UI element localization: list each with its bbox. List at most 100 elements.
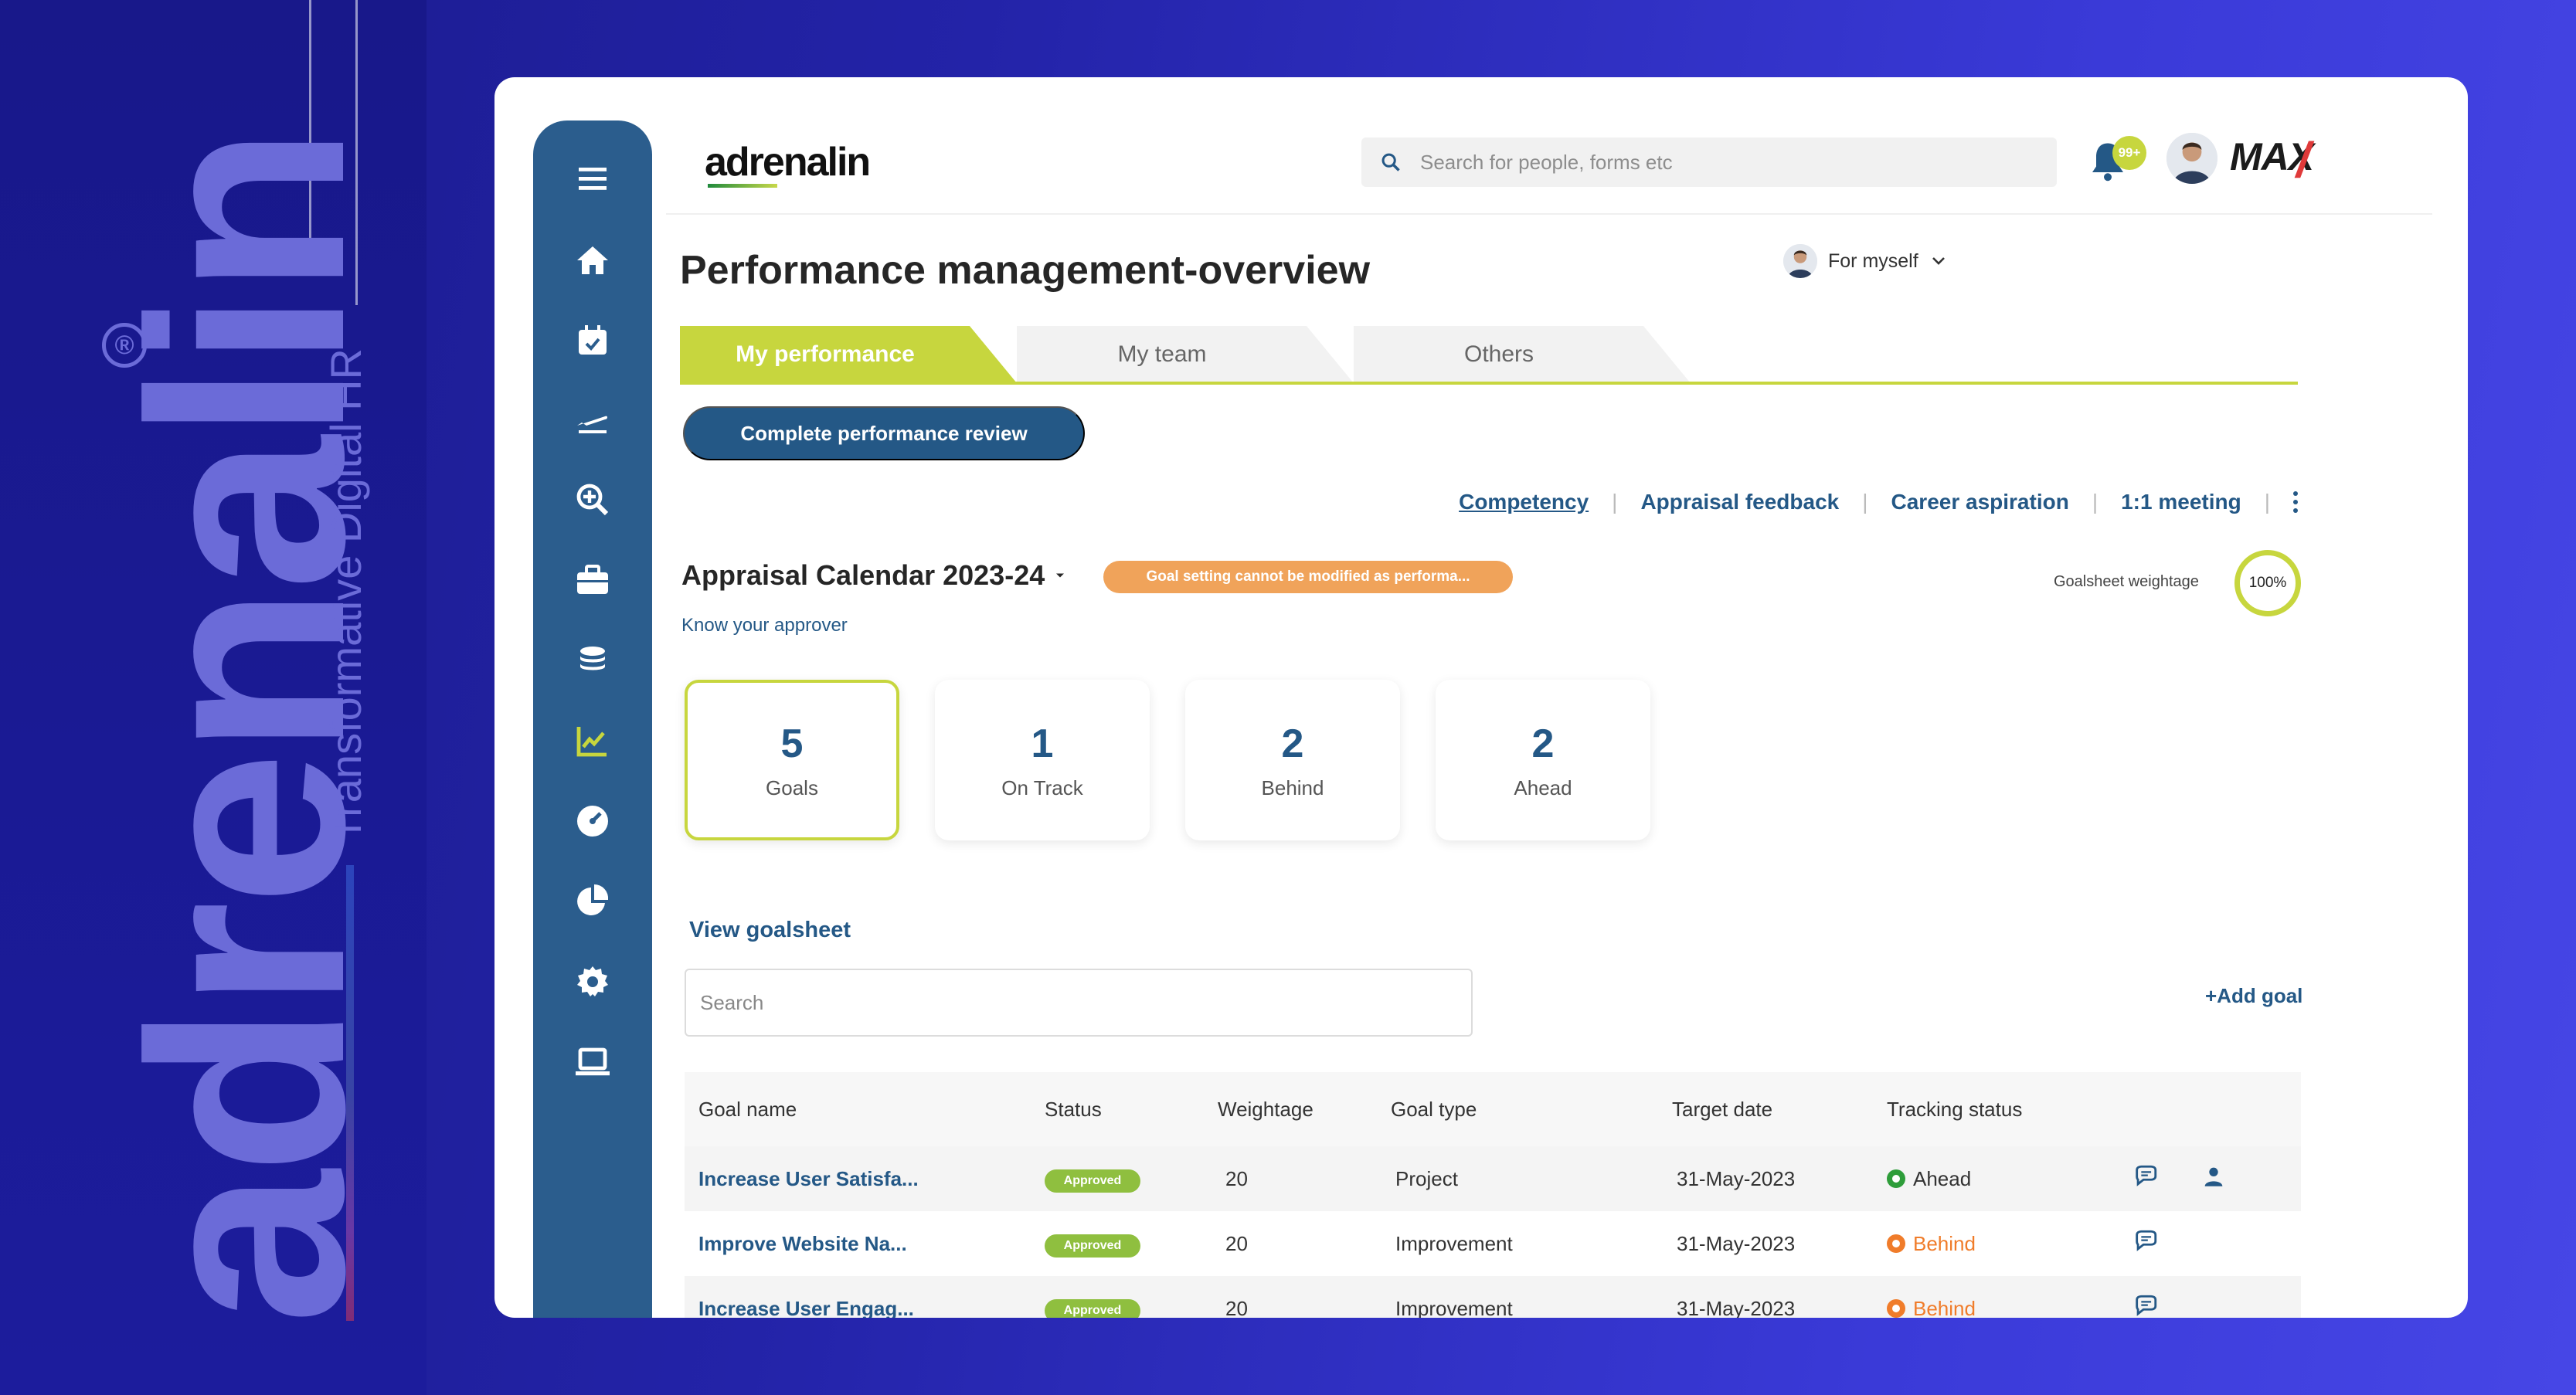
weightage-cell: 20 — [1218, 1232, 1391, 1256]
home-icon[interactable] — [533, 233, 652, 287]
stat-label: On Track — [1001, 776, 1082, 800]
gear-icon[interactable] — [533, 955, 652, 1009]
know-your-approver-link[interactable]: Know your approver — [681, 615, 848, 636]
weightage-cell: 20 — [1218, 1167, 1391, 1191]
avatar[interactable] — [2166, 133, 2217, 184]
goalsheet-weightage-ring: 100% — [2234, 550, 2301, 616]
chevron-down-icon — [1929, 252, 1948, 270]
tracking-status-label: Behind — [1913, 1232, 1976, 1256]
appraisal-calendar-selector[interactable]: Appraisal Calendar 2023-24 — [681, 559, 1068, 592]
tab-my-team[interactable]: My team — [1017, 326, 1354, 383]
column-header[interactable]: Status — [1045, 1098, 1218, 1122]
stat-value: 2 — [1282, 721, 1304, 767]
stat-card-goals[interactable]: 5 Goals — [685, 680, 899, 840]
briefcase-icon[interactable] — [533, 553, 652, 607]
tracking-status-label: Behind — [1913, 1297, 1976, 1319]
comment-icon[interactable] — [2133, 1163, 2200, 1195]
target-date-cell: 31-May-2023 — [1672, 1167, 1887, 1191]
link-separator: | — [1862, 490, 1867, 514]
stat-card-on-track[interactable]: 1 On Track — [935, 680, 1150, 840]
link-appraisal-feedback[interactable]: Appraisal feedback — [1640, 490, 1839, 514]
link-separator: | — [1612, 490, 1617, 514]
column-header[interactable]: Target date — [1672, 1098, 1887, 1122]
more-options-icon[interactable] — [2293, 491, 2298, 513]
add-goal-button[interactable]: +Add goal — [2205, 984, 2302, 1008]
tracking-status: Behind — [1887, 1232, 2133, 1256]
comment-icon[interactable] — [2133, 1293, 2200, 1319]
behind-status-icon — [1887, 1234, 1905, 1253]
target-date-cell: 31-May-2023 — [1672, 1297, 1887, 1319]
tab-underline — [680, 382, 2298, 385]
link-career-aspiration[interactable]: Career aspiration — [1891, 490, 2069, 514]
status-badge: Approved — [1045, 1169, 1140, 1193]
link-separator: | — [2265, 490, 2270, 514]
column-header[interactable]: Weightage — [1218, 1098, 1391, 1122]
app-logo[interactable]: adrenalin — [705, 139, 869, 185]
quick-links: Competency | Appraisal feedback | Career… — [1459, 490, 2298, 514]
notification-badge: 99+ — [2112, 136, 2146, 170]
column-header[interactable]: Goal type — [1391, 1098, 1672, 1122]
goal-name-link[interactable]: Increase User Satisfa... — [685, 1167, 1045, 1191]
tracking-status: Ahead — [1887, 1167, 2133, 1191]
coins-icon[interactable] — [533, 633, 652, 687]
stat-card-ahead[interactable]: 2 Ahead — [1436, 680, 1650, 840]
page-title: Performance management-overview — [680, 247, 1370, 294]
complete-performance-review-button[interactable]: Complete performance review — [683, 406, 1085, 460]
search-icon — [1380, 151, 1402, 173]
goal-type-cell: Improvement — [1391, 1232, 1672, 1256]
table-row[interactable]: Increase User Engag... Approved 20 Impro… — [685, 1276, 2301, 1318]
goal-type-cell: Project — [1391, 1167, 1672, 1191]
goal-name-link[interactable]: Improve Website Na... — [685, 1232, 1045, 1256]
target-date-cell: 31-May-2023 — [1672, 1232, 1887, 1256]
brand-tagline: Transformative Digital HR — [325, 348, 368, 842]
stat-label: Goals — [766, 776, 818, 800]
appraisal-calendar-label: Appraisal Calendar 2023-24 — [681, 559, 1045, 592]
partner-logo-swoosh: / — [2296, 131, 2310, 188]
goals-table: Goal name Status Weightage Goal type Tar… — [685, 1072, 2301, 1318]
search-placeholder: Search for people, forms etc — [1420, 151, 1673, 175]
goal-type-cell: Improvement — [1391, 1297, 1672, 1319]
stat-card-behind[interactable]: 2 Behind — [1185, 680, 1400, 840]
column-header[interactable]: Goal name — [685, 1098, 1045, 1122]
scope-selector-label: For myself — [1828, 250, 1918, 273]
global-search-input[interactable]: Search for people, forms etc — [1361, 137, 2057, 187]
table-row[interactable]: Improve Website Na... Approved 20 Improv… — [685, 1211, 2301, 1276]
stat-label: Behind — [1262, 776, 1324, 800]
table-header: Goal name Status Weightage Goal type Tar… — [685, 1072, 2301, 1146]
stat-value: 2 — [1532, 721, 1555, 767]
chart-line-icon[interactable] — [533, 714, 652, 768]
laptop-icon[interactable] — [533, 1035, 652, 1089]
person-icon[interactable] — [2200, 1163, 2268, 1195]
header-divider — [666, 213, 2432, 215]
tracking-status-label: Ahead — [1913, 1167, 1971, 1191]
link-one-on-one-meeting[interactable]: 1:1 meeting — [2121, 490, 2241, 514]
decorative-color-bar — [346, 865, 354, 1321]
view-goalsheet-heading[interactable]: View goalsheet — [689, 918, 851, 943]
stat-value: 5 — [781, 721, 804, 767]
weightage-cell: 20 — [1218, 1297, 1391, 1319]
speedometer-icon[interactable] — [533, 794, 652, 848]
goalsheet-search-placeholder: Search — [700, 991, 763, 1015]
goal-setting-notice-badge: Goal setting cannot be modified as perfo… — [1103, 561, 1513, 593]
caret-down-icon — [1052, 568, 1068, 583]
link-competency[interactable]: Competency — [1459, 490, 1589, 514]
behind-status-icon — [1887, 1299, 1905, 1318]
ahead-status-icon — [1887, 1169, 1905, 1188]
goalsheet-search-input[interactable]: Search — [685, 969, 1473, 1037]
comment-icon[interactable] — [2133, 1228, 2200, 1260]
menu-icon[interactable] — [533, 151, 652, 205]
logo-underline — [708, 184, 777, 188]
pie-chart-icon[interactable] — [533, 874, 652, 928]
calendar-check-icon[interactable] — [533, 314, 652, 368]
scope-selector[interactable]: For myself — [1783, 244, 1948, 278]
plane-icon[interactable] — [533, 392, 652, 446]
tab-others[interactable]: Others — [1354, 326, 1691, 383]
zoom-in-icon[interactable] — [533, 473, 652, 527]
column-header[interactable]: Tracking status — [1887, 1098, 2133, 1122]
tab-my-performance[interactable]: My performance — [680, 326, 1017, 383]
status-badge: Approved — [1045, 1299, 1140, 1319]
table-row[interactable]: Increase User Satisfa... Approved 20 Pro… — [685, 1146, 2301, 1211]
avatar — [1783, 244, 1817, 278]
stat-value: 1 — [1031, 721, 1054, 767]
goal-name-link[interactable]: Increase User Engag... — [685, 1297, 1045, 1319]
